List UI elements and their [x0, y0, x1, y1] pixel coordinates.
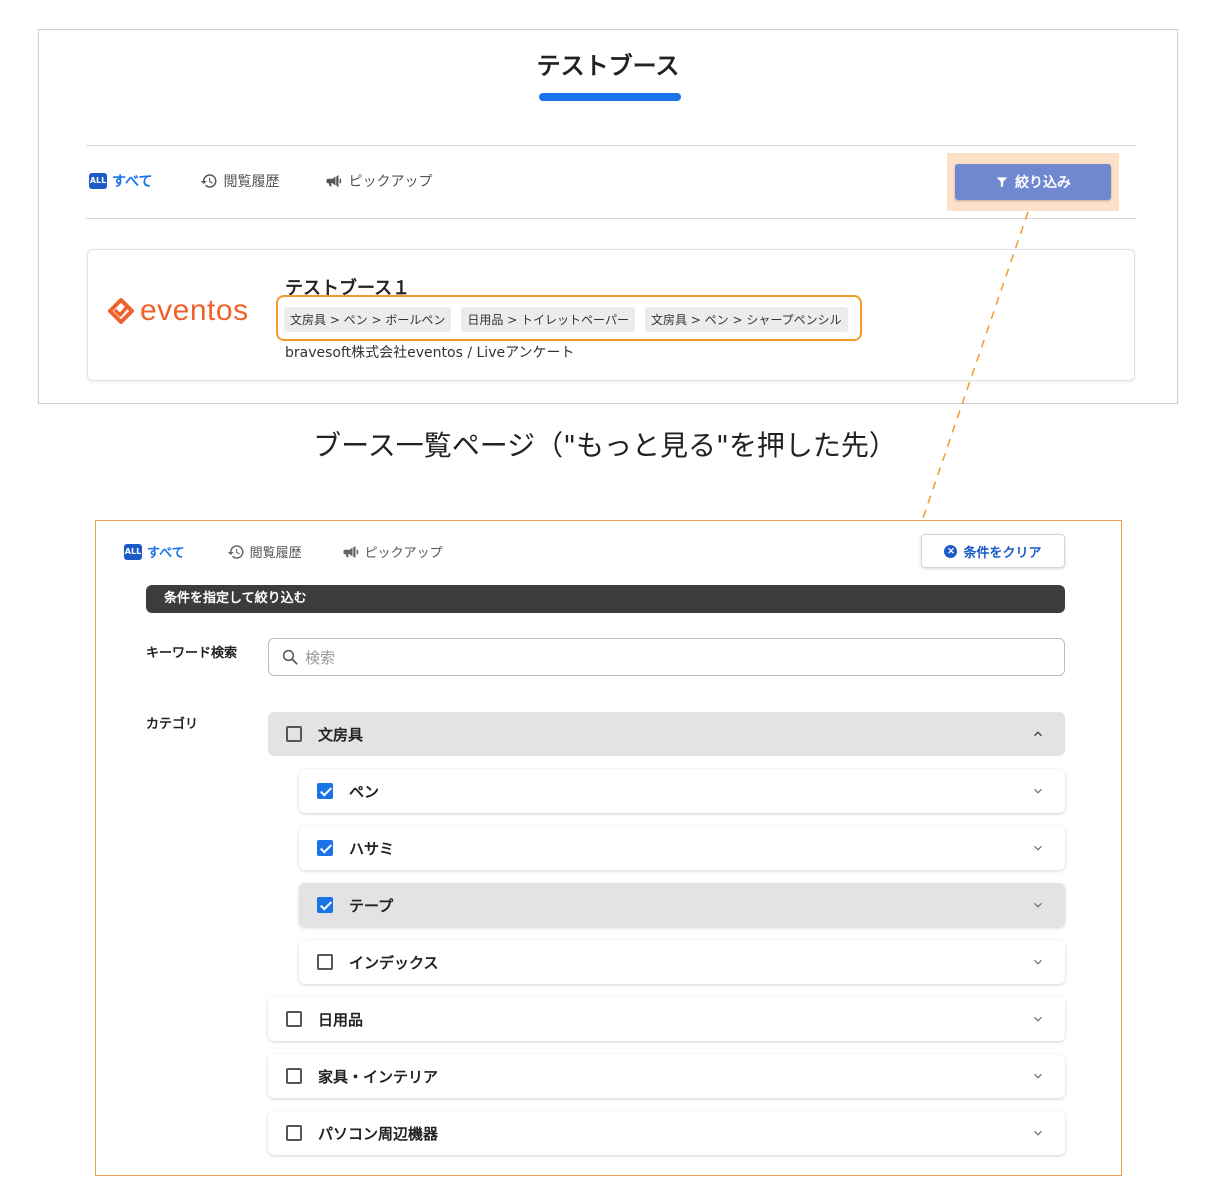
all-badge-icon: ALL: [124, 543, 142, 560]
divider-bottom: [86, 218, 1136, 219]
keyword-label: キーワード検索: [146, 646, 238, 661]
chevron-down-icon[interactable]: [1031, 1012, 1045, 1026]
chevron-down-icon[interactable]: [1031, 955, 1045, 969]
search-input[interactable]: 検索: [268, 638, 1065, 676]
tab-pickup-label: ピックアップ: [348, 174, 433, 190]
category-checkbox[interactable]: [317, 840, 333, 856]
category-item-pc-peripherals[interactable]: パソコン周辺機器: [268, 1111, 1065, 1155]
tab-all-label: すべて: [147, 546, 185, 561]
category-item-daily-goods[interactable]: 日用品: [268, 997, 1065, 1041]
subcategory-item-scissors[interactable]: ハサミ: [299, 826, 1065, 870]
tab-pickup[interactable]: ピックアップ: [342, 542, 443, 561]
category-checkbox[interactable]: [317, 897, 333, 913]
tab-history[interactable]: 閲覧履歴: [227, 542, 302, 561]
category-label-text: パソコン周辺機器: [318, 1124, 439, 1143]
tab-pickup[interactable]: ピックアップ: [325, 171, 432, 191]
category-label-text: 日用品: [318, 1010, 364, 1029]
search-placeholder: 検索: [305, 648, 336, 667]
tab-all[interactable]: ALL すべて: [124, 542, 185, 561]
subcategory-item-tape[interactable]: テープ: [299, 883, 1065, 927]
funnel-icon: [996, 177, 1008, 188]
tab-history-label: 閲覧履歴: [223, 174, 280, 190]
filter-tab-bar: ALL すべて 閲覧履歴 ピックアップ: [124, 542, 483, 561]
megaphone-icon: [326, 175, 342, 187]
clear-icon: ✕: [944, 544, 958, 558]
history-icon: [201, 174, 217, 188]
chevron-down-icon[interactable]: [1031, 841, 1045, 855]
category-item-furniture[interactable]: 家具・インテリア: [268, 1054, 1065, 1098]
logo-text: eventos: [140, 294, 249, 327]
category-label-text: 家具・インテリア: [318, 1067, 439, 1086]
category-label-text: ハサミ: [349, 839, 395, 858]
page-title: テストブース: [536, 52, 680, 80]
category-label-text: インデックス: [349, 953, 439, 972]
category-label-text: 文房具: [318, 725, 364, 744]
chevron-down-icon[interactable]: [1031, 898, 1045, 912]
chevron-down-icon[interactable]: [1031, 1126, 1045, 1140]
filter-button[interactable]: 絞り込み: [955, 164, 1111, 200]
category-checkbox[interactable]: [317, 783, 333, 799]
category-checkbox[interactable]: [286, 1068, 302, 1084]
filter-button-label: 絞り込み: [1015, 174, 1071, 190]
history-icon: [227, 544, 244, 559]
category-tag: 文房具 > ペン > ボールペン: [284, 307, 452, 332]
filter-panel: ALL すべて 閲覧履歴 ピックアップ ✕ 条件をクリア 条件を指定して絞り込む…: [95, 520, 1122, 1176]
divider-top: [86, 145, 1136, 146]
megaphone-icon: [343, 545, 358, 558]
chevron-down-icon[interactable]: [1031, 784, 1045, 798]
all-badge-icon: ALL: [89, 173, 107, 189]
tab-all-label: すべて: [112, 174, 153, 190]
category-checkbox[interactable]: [286, 1011, 302, 1027]
category-checkbox[interactable]: [286, 1125, 302, 1141]
tab-history[interactable]: 閲覧履歴: [200, 171, 279, 191]
clear-conditions-button[interactable]: ✕ 条件をクリア: [921, 534, 1065, 568]
booth-company: bravesoft株式会社eventos / Liveアンケート: [285, 345, 575, 361]
title-underline: [539, 93, 681, 101]
subcategory-item-index[interactable]: インデックス: [299, 940, 1065, 984]
tab-history-label: 閲覧履歴: [249, 546, 302, 561]
clear-button-label: 条件をクリア: [963, 544, 1042, 560]
booth-card[interactable]: eventos テストブース１ 文房具 > ペン > ボールペン 日用品 > ト…: [87, 249, 1135, 381]
category-label-text: テープ: [349, 896, 394, 915]
chevron-up-icon[interactable]: [1031, 727, 1045, 741]
subcategory-item-pen[interactable]: ペン: [299, 769, 1065, 813]
caption-text: ブース一覧ページ（"もっと見る"を押した先）: [313, 429, 897, 462]
tag-list: 文房具 > ペン > ボールペン 日用品 > トイレットペーパー 文房具 > ペ…: [284, 307, 848, 332]
category-tag: 文房具 > ペン > シャープペンシル: [644, 307, 848, 332]
section-title-bar: 条件を指定して絞り込む: [146, 585, 1065, 613]
tab-all[interactable]: ALL すべて: [89, 171, 152, 191]
category-label-text: ペン: [349, 782, 380, 801]
category-item-stationery[interactable]: 文房具: [268, 712, 1065, 756]
tab-bar: ALL すべて 閲覧履歴 ピックアップ: [89, 171, 472, 191]
category-label: カテゴリ: [146, 717, 199, 732]
tab-pickup-label: ピックアップ: [364, 546, 443, 561]
category-checkbox[interactable]: [286, 726, 302, 742]
category-tag: 日用品 > トイレットペーパー: [461, 307, 635, 332]
category-checkbox[interactable]: [317, 954, 333, 970]
eventos-logo-icon: [108, 298, 134, 324]
chevron-down-icon[interactable]: [1031, 1069, 1045, 1083]
booth-list-panel: テストブース ALL すべて 閲覧履歴 ピックアップ 絞り込み eventos …: [38, 29, 1178, 404]
eventos-logo: eventos: [108, 294, 249, 328]
search-icon: [282, 649, 298, 665]
